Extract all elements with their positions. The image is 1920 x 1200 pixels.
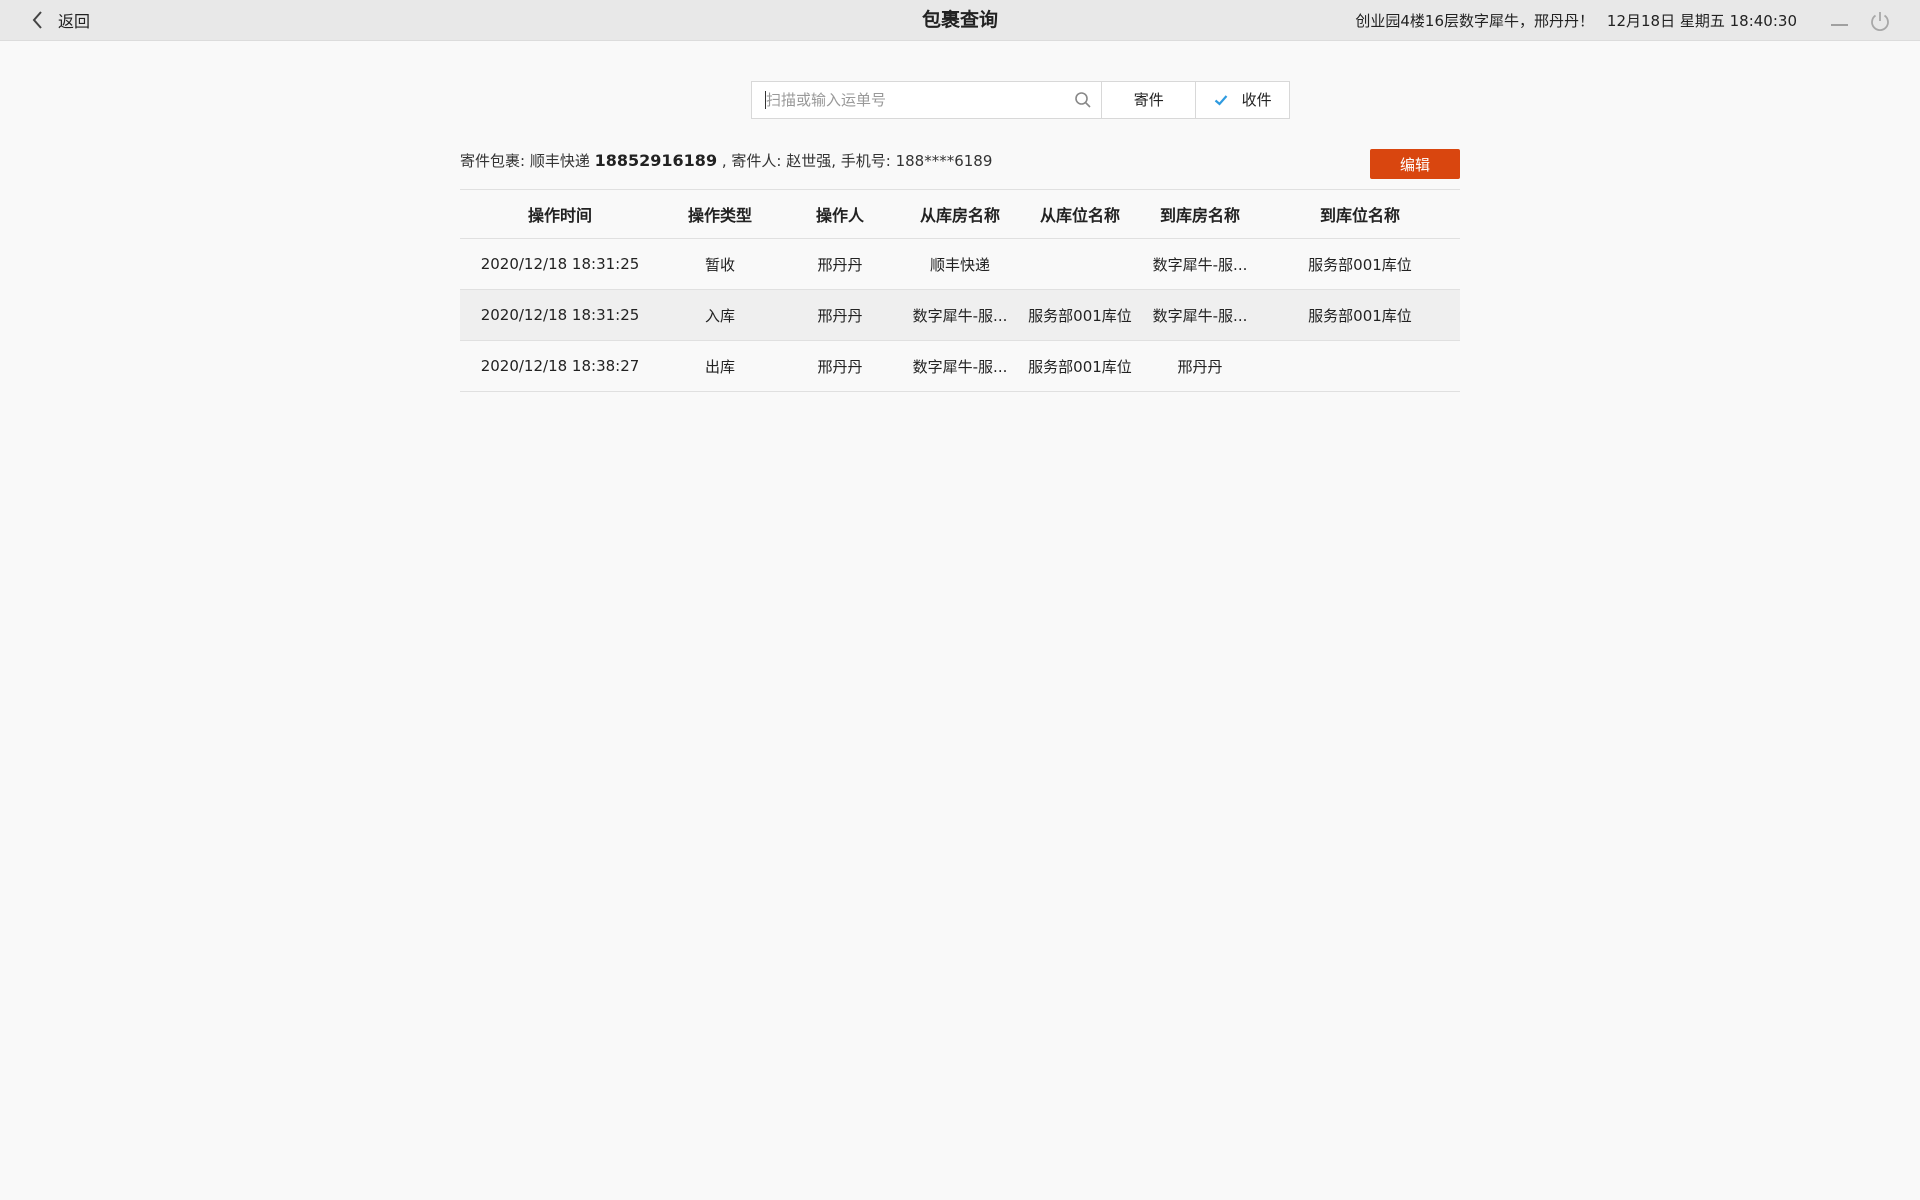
minimize-icon[interactable] — [1831, 24, 1848, 26]
table-cell: 顺丰快递 — [929, 255, 990, 274]
chevron-left-icon — [32, 11, 42, 29]
top-bar: 返回 包裹查询 创业园4楼16层数字犀牛，邢丹丹！ 12月18日 星期五 18:… — [0, 0, 1920, 41]
table-cell: 2020/12/18 18:31:25 — [480, 306, 640, 324]
history-table: 操作时间 操作类型 操作人 从库房名称 从库位名称 到库房名称 到库位名称 20… — [460, 189, 1460, 392]
send-mode-button[interactable]: 寄件 — [1102, 82, 1197, 118]
package-prefix: 寄件包裹: 顺丰快递 — [460, 152, 590, 170]
table-cell: 2020/12/18 18:31:25 — [480, 255, 640, 273]
greeting-text: 创业园4楼16层数字犀牛，邢丹丹！ — [1355, 12, 1594, 30]
table-cell: 邢丹丹 — [817, 357, 863, 376]
tracking-number: 18852916189 — [594, 151, 718, 170]
datetime-text: 12月18日 星期五 18:40:30 — [1606, 12, 1797, 30]
header-cell: 操作时间 — [527, 206, 592, 225]
header-cell: 从库房名称 — [919, 206, 1000, 225]
table-cell: 数字犀牛-服... — [912, 357, 1008, 376]
header-cell: 从库位名称 — [1039, 206, 1120, 225]
search-box — [752, 82, 1103, 118]
table-cell: 2020/12/18 18:38:27 — [480, 357, 640, 375]
table-row[interactable]: 2020/12/18 18:38:27 出库 邢丹丹 数字犀牛-服... 服务部… — [460, 341, 1460, 392]
table-cell: 入库 — [704, 306, 735, 325]
table-cell: 数字犀牛-服... — [912, 306, 1008, 325]
search-icon[interactable] — [1074, 91, 1092, 109]
header-cell: 到库房名称 — [1159, 206, 1240, 225]
edit-button[interactable]: 编辑 — [1370, 149, 1460, 179]
table-header: 操作时间 操作类型 操作人 从库房名称 从库位名称 到库房名称 到库位名称 — [460, 190, 1460, 239]
table-cell: 数字犀牛-服... — [1152, 255, 1248, 274]
receive-mode-button[interactable]: 收件 — [1196, 82, 1289, 118]
table-row[interactable]: 2020/12/18 18:31:25 入库 邢丹丹 数字犀牛-服... 服务部… — [460, 290, 1460, 341]
table-cell: 邢丹丹 — [817, 306, 863, 325]
search-bar: 寄件 收件 — [751, 81, 1290, 119]
table-cell: 出库 — [704, 357, 735, 376]
back-button[interactable]: 返回 — [30, 0, 90, 40]
header-cell: 操作人 — [815, 206, 864, 225]
receive-mode-label: 收件 — [1241, 91, 1272, 109]
header-cell: 到库位名称 — [1319, 206, 1400, 225]
table-row[interactable]: 2020/12/18 18:31:25 暂收 邢丹丹 顺丰快递 数字犀牛-服..… — [460, 239, 1460, 290]
table-cell: 服务部001库位 — [1308, 306, 1412, 325]
table-cell: 服务部001库位 — [1028, 357, 1132, 376]
text-caret — [765, 91, 766, 109]
table-cell: 数字犀牛-服... — [1152, 306, 1248, 325]
table-cell: 邢丹丹 — [1177, 357, 1223, 376]
table-cell: 服务部001库位 — [1028, 306, 1132, 325]
search-input[interactable] — [764, 82, 1068, 118]
package-info: 寄件包裹: 顺丰快递 18852916189 , 寄件人: 赵世强, 手机号: … — [460, 150, 992, 171]
table-cell: 服务部001库位 — [1308, 255, 1412, 274]
package-suffix: , 寄件人: 赵世强, 手机号: 188****6189 — [721, 152, 993, 170]
table-cell: 邢丹丹 — [817, 255, 863, 274]
check-icon — [1214, 95, 1227, 106]
back-label: 返回 — [58, 12, 91, 31]
power-icon[interactable] — [1869, 10, 1891, 32]
header-cell: 操作类型 — [687, 206, 752, 225]
table-cell: 暂收 — [704, 255, 735, 274]
